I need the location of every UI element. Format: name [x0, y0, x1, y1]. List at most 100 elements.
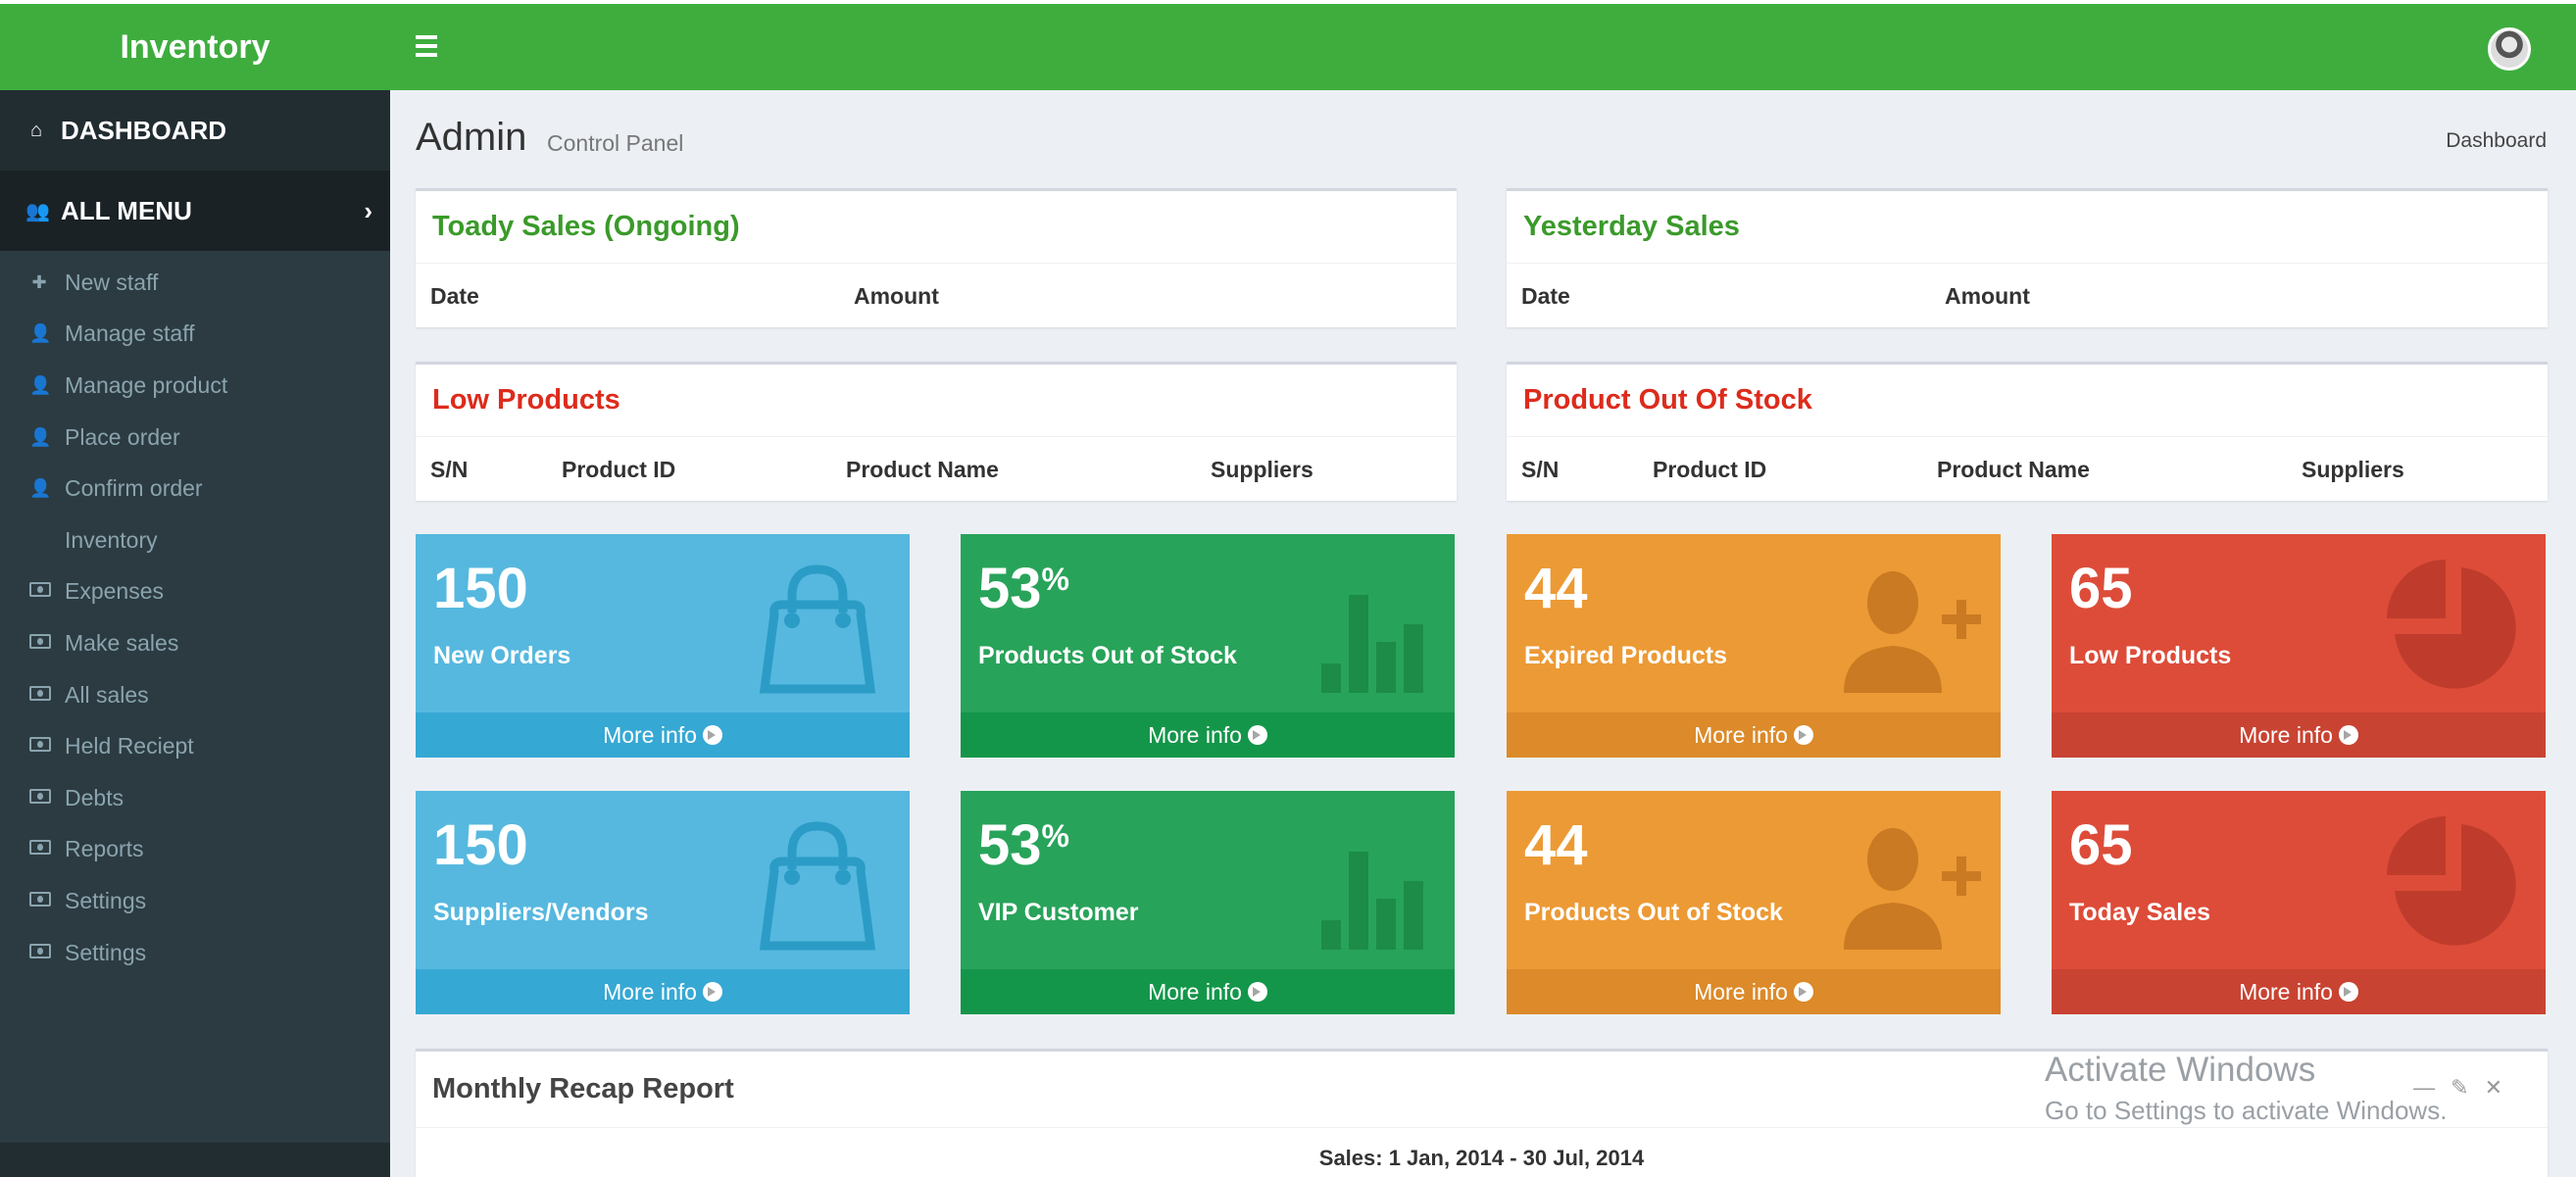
more-info-link[interactable]: More info: [961, 712, 1455, 758]
sidebar-item-new-staff[interactable]: ✚ New staff: [0, 257, 390, 309]
arrow-circle-right-icon: [2338, 725, 2358, 745]
page-subtitle: Control Panel: [547, 130, 684, 156]
sidebar-item-expenses[interactable]: Expenses: [0, 566, 390, 618]
user-icon: 👤: [29, 426, 52, 447]
out-of-stock-box: Product Out Of Stock S/N Product ID Prod…: [1507, 362, 2548, 501]
sidebar-toggle-icon[interactable]: [416, 35, 437, 57]
sidebar-item-inventory[interactable]: Inventory: [0, 515, 390, 566]
arrow-circle-right-icon: [702, 725, 722, 745]
column-header: Suppliers: [1211, 457, 1313, 482]
stat-tile-products-out-of-stock-2: 44 Products Out of Stock More info: [1507, 791, 2001, 1014]
pie-chart-icon: [2387, 816, 2516, 946]
sidebar-item-label: ALL MENU: [61, 195, 192, 225]
box-title: Product Out Of Stock: [1507, 365, 2548, 437]
sidebar-item-debts[interactable]: Debts: [0, 772, 390, 824]
home-icon: ⌂: [29, 119, 43, 141]
user-icon: 👤: [29, 478, 52, 499]
bar-chart-icon: [1321, 595, 1423, 693]
more-info-link[interactable]: More info: [2052, 969, 2546, 1014]
wrench-icon[interactable]: ✎: [2451, 1075, 2484, 1100]
stat-value: 65: [2069, 557, 2133, 620]
box-title: Low Products: [416, 365, 1457, 437]
sidebar-item-label: Make sales: [65, 629, 179, 656]
sidebar-item-make-sales[interactable]: Make sales: [0, 617, 390, 669]
sidebar-item-all-sales[interactable]: All sales: [0, 669, 390, 721]
stat-tile-suppliers-vendors: 150 Suppliers/Vendors More info: [416, 791, 910, 1014]
stat-value: 44: [1524, 813, 1588, 877]
stat-label: Expired Products: [1524, 642, 1727, 669]
box-title: Toady Sales (Ongoing): [416, 191, 1457, 264]
more-info-link[interactable]: More info: [961, 969, 1455, 1014]
sidebar-item-reports[interactable]: Reports: [0, 824, 390, 876]
money-icon: [29, 943, 51, 958]
column-header: Product Name: [846, 457, 999, 482]
arrow-circle-right-icon: [1793, 725, 1813, 745]
sidebar-item-label: New staff: [65, 269, 159, 295]
stat-tile-expired-products: 44 Expired Products More info: [1507, 534, 2001, 758]
arrow-circle-right-icon: [1247, 982, 1267, 1002]
sidebar-item-label: Place order: [65, 423, 180, 450]
column-header: Date: [1521, 283, 1570, 309]
user-avatar[interactable]: [2488, 27, 2531, 71]
stat-tile-low-products: 65 Low Products More info: [2052, 534, 2546, 758]
sidebar-item-settings[interactable]: Settings: [0, 875, 390, 927]
sidebar-submenu: ✚ New staff 👤 Manage staff 👤 Manage product…: [0, 251, 390, 1143]
sidebar-item-label: Expenses: [65, 578, 165, 605]
close-icon[interactable]: ✕: [2485, 1075, 2518, 1100]
sidebar-item-manage-staff[interactable]: 👤 Manage staff: [0, 309, 390, 361]
more-info-link[interactable]: More info: [1507, 712, 2001, 758]
shopping-bag-icon: [759, 564, 876, 694]
sidebar-item-label: Debts: [65, 784, 124, 810]
sidebar: ⌂ DASHBOARD 👥 ALL MENU › ✚ New staff 👤 Man…: [0, 90, 390, 1177]
sidebar-item-dashboard[interactable]: ⌂ DASHBOARD: [0, 90, 390, 171]
more-info-link[interactable]: More info: [2052, 712, 2546, 758]
column-header: Product ID: [1653, 457, 1767, 482]
sidebar-item-manage-product[interactable]: 👤 Manage product: [0, 360, 390, 412]
stat-label: Today Sales: [2069, 899, 2211, 926]
stat-value: 150: [433, 557, 528, 620]
column-header: Date: [430, 283, 479, 309]
stat-tile-new-orders: 150 New Orders More info: [416, 534, 910, 758]
more-info-link[interactable]: More info: [1507, 969, 2001, 1014]
breadcrumb[interactable]: Dashboard: [2446, 129, 2547, 153]
bar-chart-icon: [1321, 852, 1423, 950]
money-icon: [29, 840, 51, 856]
stat-tile-products-out-of-stock: 53% Products Out of Stock More info: [961, 534, 1455, 758]
stat-value: 53%: [978, 813, 1069, 877]
column-header: Amount: [854, 283, 939, 309]
money-icon: [29, 633, 51, 649]
sidebar-item-held-reciept[interactable]: Held Reciept: [0, 720, 390, 772]
sidebar-item-label: Reports: [65, 836, 144, 862]
user-add-icon: [1844, 828, 1981, 950]
recap-date-range: Sales: 1 Jan, 2014 - 30 Jul, 2014: [1318, 1146, 1645, 1170]
watermark-line: Activate Windows: [2045, 1051, 2316, 1089]
sidebar-item-all-menu[interactable]: 👥 ALL MENU ›: [0, 171, 390, 251]
user-add-icon: [1844, 571, 1981, 693]
sidebar-item-settings-2[interactable]: Settings: [0, 927, 390, 979]
shopping-bag-icon: [759, 821, 876, 951]
stat-value: 53%: [978, 557, 1069, 620]
money-icon: [29, 582, 51, 598]
user-icon: 👤: [29, 323, 52, 344]
stat-label: Products Out of Stock: [1524, 899, 1783, 926]
stat-label: Low Products: [2069, 642, 2232, 669]
sidebar-item-label: Held Reciept: [65, 733, 194, 760]
column-header: Product ID: [562, 457, 676, 482]
sidebar-item-confirm-order[interactable]: 👤 Confirm order: [0, 463, 390, 515]
arrow-circle-right-icon: [2338, 982, 2358, 1002]
page-title: Admin: [416, 116, 527, 159]
sidebar-item-place-order[interactable]: 👤 Place order: [0, 412, 390, 464]
sidebar-item-label: All sales: [65, 681, 149, 708]
arrow-circle-right-icon: [702, 982, 722, 1002]
stat-tile-vip-customer: 53% VIP Customer More info: [961, 791, 1455, 1014]
more-info-link[interactable]: More info: [416, 969, 910, 1014]
column-header: S/N: [430, 457, 469, 482]
sidebar-item-label: Manage product: [65, 371, 228, 398]
table-header: S/N Product ID Product Name Suppliers: [416, 437, 1457, 500]
users-icon: 👥: [25, 200, 50, 222]
column-header: Suppliers: [2302, 457, 2404, 482]
more-info-link[interactable]: More info: [416, 712, 910, 758]
brand-logo[interactable]: Inventory: [0, 4, 390, 90]
sidebar-item-label: Inventory: [65, 526, 158, 553]
sidebar-item-label: Settings: [65, 939, 147, 965]
